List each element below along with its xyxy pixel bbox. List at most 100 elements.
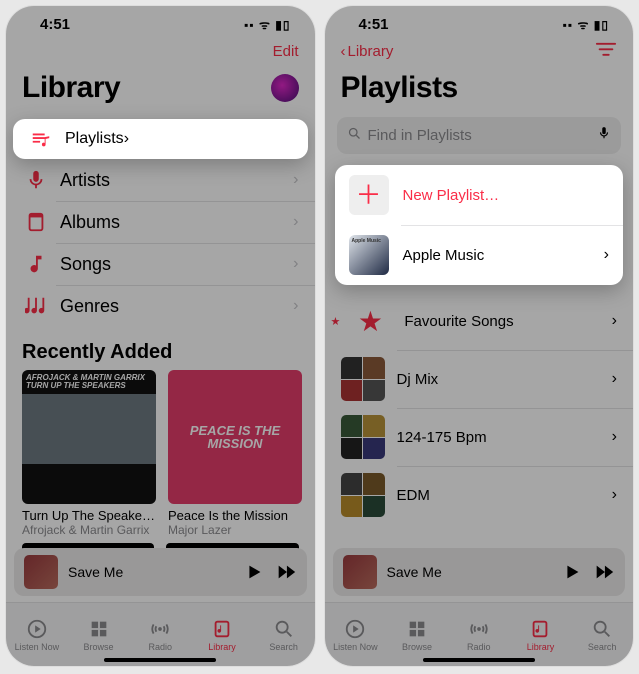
now-playing-title: Save Me <box>387 564 552 580</box>
playlist-art <box>341 357 385 401</box>
playlist-dj-mix[interactable]: Dj Mix › <box>325 350 634 408</box>
playlist-label: Favourite Songs <box>404 313 599 330</box>
category-label: Genres <box>60 296 293 317</box>
library-category-genres[interactable]: Genres › <box>6 285 315 327</box>
chevron-right-icon: › <box>293 213 298 231</box>
search-placeholder: Find in Playlists <box>368 127 598 144</box>
category-label: Songs <box>60 254 293 275</box>
chevron-right-icon: › <box>612 370 617 388</box>
filter-icon[interactable] <box>595 42 617 60</box>
chevron-right-icon: › <box>293 297 298 315</box>
tab-search[interactable]: Search <box>253 603 315 666</box>
genre-icon <box>22 295 50 317</box>
note-icon <box>22 253 50 275</box>
chevron-left-icon: ‹ <box>341 43 346 60</box>
dictation-icon[interactable] <box>597 124 611 147</box>
chevron-right-icon: › <box>293 171 298 189</box>
tab-bar: Listen Now Browse Radio Library Search <box>325 602 634 666</box>
search-icon <box>347 126 362 146</box>
album-title: Peace Is the Mission <box>168 508 302 523</box>
apple-music-art <box>349 235 389 275</box>
search-field[interactable]: Find in Playlists <box>337 117 622 154</box>
tab-browse[interactable]: Browse <box>68 603 130 666</box>
now-playing-title: Save Me <box>68 564 233 580</box>
playlist-bpm[interactable]: 124-175 Bpm › <box>325 408 634 466</box>
back-button[interactable]: ‹ Library <box>341 43 394 60</box>
status-icons: ▪▪ ᯤ ▮▯ <box>563 16 609 33</box>
page-title: Playlists <box>341 71 458 105</box>
apple-music-label: Apple Music <box>403 247 590 264</box>
screenshot-library: 4:51 ▪▪ ᯤ ▮▯ Edit Library Playlists › Ar… <box>6 6 315 666</box>
playlist-icon <box>27 128 55 150</box>
status-bar: 4:51 ▪▪ ᯤ ▮▯ <box>325 6 634 35</box>
album-card[interactable]: AFROJACK & MARTIN GARRIX TURN UP THE SPE… <box>22 370 156 537</box>
category-label: Albums <box>60 212 293 233</box>
chevron-right-icon: › <box>124 130 129 148</box>
chevron-right-icon: › <box>293 255 298 273</box>
home-indicator[interactable] <box>423 658 535 662</box>
tab-browse[interactable]: Browse <box>386 603 448 666</box>
home-indicator[interactable] <box>104 658 216 662</box>
chevron-right-icon: › <box>604 246 609 264</box>
tab-library[interactable]: Library <box>191 603 253 666</box>
new-playlist-label: New Playlist… <box>403 187 610 204</box>
now-playing-bar[interactable]: Save Me <box>14 548 307 596</box>
chevron-right-icon: › <box>612 486 617 504</box>
playlist-label: Dj Mix <box>397 371 600 388</box>
playlist-edm[interactable]: EDM › <box>325 466 634 524</box>
now-playing-art <box>343 555 377 589</box>
tab-radio[interactable]: Radio <box>129 603 191 666</box>
tab-listen-now[interactable]: Listen Now <box>6 603 68 666</box>
profile-avatar[interactable] <box>271 74 299 102</box>
now-playing-art <box>24 555 58 589</box>
edit-button[interactable]: Edit <box>22 43 299 60</box>
play-icon[interactable] <box>243 561 265 583</box>
library-category-albums[interactable]: Albums › <box>6 201 315 243</box>
playlist-label: EDM <box>397 487 600 504</box>
tab-bar: Listen Now Browse Radio Library Search <box>6 602 315 666</box>
playlist-create-popup: ＋ New Playlist… Apple Music › <box>335 165 624 285</box>
tab-listen-now[interactable]: Listen Now <box>325 603 387 666</box>
mic-icon <box>22 169 50 191</box>
clock: 4:51 <box>359 16 389 33</box>
library-category-songs[interactable]: Songs › <box>6 243 315 285</box>
playlist-favourite-songs[interactable]: ★ ★ Favourite Songs › <box>325 292 634 350</box>
album-card[interactable]: PEACE IS THE MISSION Peace Is the Missio… <box>168 370 302 537</box>
chevron-right-icon: › <box>612 428 617 446</box>
album-art: AFROJACK & MARTIN GARRIX TURN UP THE SPE… <box>22 370 156 504</box>
library-category-artists[interactable]: Artists › <box>6 159 315 201</box>
now-playing-bar[interactable]: Save Me <box>333 548 626 596</box>
star-marker-icon: ★ <box>331 315 341 328</box>
category-label: Artists <box>60 170 293 191</box>
album-artist: Major Lazer <box>168 523 302 537</box>
playlist-label: 124-175 Bpm <box>397 429 600 446</box>
playlist-art <box>341 473 385 517</box>
tab-library[interactable]: Library <box>510 603 572 666</box>
library-category-playlists[interactable]: Playlists › <box>13 119 308 159</box>
favourite-icon: ★ <box>348 299 392 343</box>
status-icons: ▪▪ ᯤ ▮▯ <box>244 16 290 33</box>
tab-radio[interactable]: Radio <box>448 603 510 666</box>
next-icon[interactable] <box>275 561 297 583</box>
screenshot-playlists: 4:51 ▪▪ ᯤ ▮▯ ‹ Library Playlists Find in… <box>325 6 634 666</box>
next-icon[interactable] <box>593 561 615 583</box>
clock: 4:51 <box>40 16 70 33</box>
album-icon <box>22 211 50 233</box>
play-icon[interactable] <box>561 561 583 583</box>
apple-music-playlists[interactable]: Apple Music › <box>335 225 624 285</box>
recently-added-header: Recently Added <box>6 327 315 370</box>
plus-icon: ＋ <box>349 175 389 215</box>
chevron-right-icon: › <box>612 312 617 330</box>
category-label: Playlists <box>65 130 124 148</box>
tab-search[interactable]: Search <box>571 603 633 666</box>
status-bar: 4:51 ▪▪ ᯤ ▮▯ <box>6 6 315 35</box>
nav-row: Edit <box>6 35 315 63</box>
album-artist: Afrojack & Martin Garrix <box>22 523 156 537</box>
recently-added-row[interactable]: AFROJACK & MARTIN GARRIX TURN UP THE SPE… <box>6 370 315 537</box>
new-playlist-button[interactable]: ＋ New Playlist… <box>335 165 624 225</box>
playlist-art <box>341 415 385 459</box>
album-art: PEACE IS THE MISSION <box>168 370 302 504</box>
nav-row: ‹ Library <box>325 35 634 63</box>
album-title: Turn Up The Speakers… <box>22 508 156 523</box>
page-title: Library <box>22 71 120 105</box>
